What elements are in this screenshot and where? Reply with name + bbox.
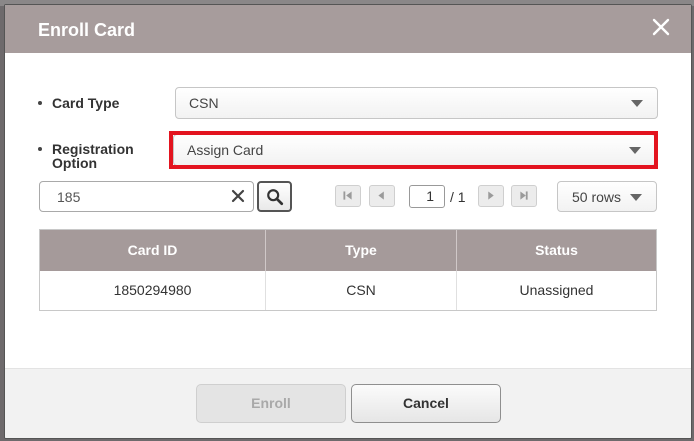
last-page-icon: [520, 191, 528, 200]
table-header: Card ID Type Status: [40, 230, 656, 271]
next-page-icon: [488, 191, 494, 200]
card-type-label: Card Type: [52, 95, 120, 111]
rows-per-page-select[interactable]: 50 rows: [557, 181, 657, 212]
enroll-card-dialog: Enroll Card Card Type CSN Registration O…: [4, 4, 692, 439]
column-header-status[interactable]: Status: [457, 230, 656, 271]
enroll-button[interactable]: Enroll: [196, 384, 346, 423]
cell-status: Unassigned: [519, 282, 594, 298]
close-icon[interactable]: [651, 17, 671, 37]
highlight-box: [169, 131, 658, 169]
rows-per-page-value: 50 rows: [572, 189, 622, 205]
registration-label-line1: Registration: [52, 141, 134, 157]
registration-bullet: [38, 147, 42, 151]
search-icon: [267, 189, 284, 206]
card-type-bullet: [38, 101, 42, 105]
last-page-button[interactable]: [511, 185, 537, 207]
dialog-titlebar: Enroll Card: [5, 5, 691, 53]
registration-label-line2: Option: [52, 155, 98, 171]
cell-card-id: 1850294980: [40, 271, 266, 310]
chevron-down-icon: [631, 100, 643, 107]
page-total: / 1: [450, 189, 466, 205]
column-header-type[interactable]: Type: [266, 230, 457, 271]
chevron-down-icon: [630, 194, 642, 201]
card-type-select[interactable]: CSN: [175, 87, 658, 119]
page-number-input[interactable]: 1: [409, 185, 445, 208]
search-input[interactable]: 185: [39, 181, 254, 212]
search-value: 185: [57, 189, 81, 205]
dialog-title: Enroll Card: [38, 20, 136, 40]
dialog-footer: Enroll Cancel: [5, 368, 691, 438]
clear-icon[interactable]: [231, 189, 245, 203]
cell-type: CSN: [266, 271, 457, 310]
prev-page-icon: [378, 191, 384, 200]
first-page-button[interactable]: [335, 185, 361, 207]
cancel-button[interactable]: Cancel: [351, 384, 501, 423]
card-table: Card ID Type Status 1850294980 CSN Unass…: [39, 229, 657, 311]
search-button[interactable]: [257, 181, 292, 212]
first-page-icon: [343, 191, 352, 200]
prev-page-button[interactable]: [369, 185, 395, 207]
next-page-button[interactable]: [478, 185, 504, 207]
column-header-card-id[interactable]: Card ID: [40, 230, 266, 271]
card-type-value: CSN: [189, 95, 219, 111]
